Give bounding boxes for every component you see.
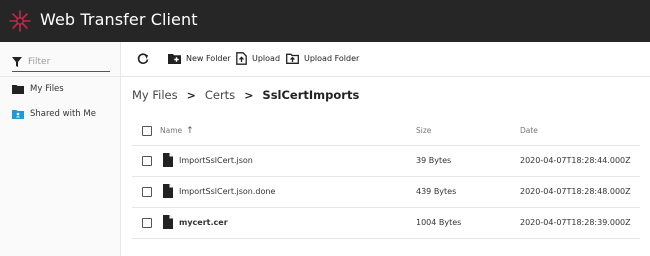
sidebar-divider (0, 76, 120, 77)
breadcrumb-separator: > (244, 88, 254, 102)
logo-icon (9, 10, 31, 32)
app-title: Web Transfer Client (40, 10, 198, 29)
file-date: 2020-04-07T18:28:48.000Z (520, 187, 631, 196)
filter-icon (12, 56, 22, 67)
upload-folder-icon (286, 53, 299, 64)
file-name[interactable]: ImportSslCert.json (179, 156, 253, 165)
size-column-header[interactable]: Size (416, 126, 431, 135)
sidebar: My Files Shared with Me (0, 42, 121, 256)
sidebar-item-my-files[interactable]: My Files (12, 82, 64, 96)
file-size: 1004 Bytes (416, 218, 462, 227)
file-table: Name ↑ Size Date ImportSslCert.json 39 By… (132, 116, 640, 239)
new-folder-icon (168, 54, 181, 64)
row-checkbox[interactable] (142, 156, 152, 166)
file-name[interactable]: ImportSslCert.json.done (179, 187, 275, 196)
sidebar-item-label: Shared with Me (30, 109, 96, 119)
upload-button[interactable]: Upload (236, 52, 280, 65)
name-column-label: Name (160, 126, 183, 135)
sort-ascending-icon: ↑ (186, 126, 194, 136)
name-column-header[interactable]: Name ↑ (160, 126, 194, 136)
file-name[interactable]: mycert.cer (179, 218, 228, 227)
breadcrumb-item-certs[interactable]: Certs (205, 88, 235, 102)
refresh-icon (137, 53, 149, 64)
filter-field[interactable] (12, 52, 110, 72)
date-column-header[interactable]: Date (520, 126, 538, 135)
breadcrumb-item-my-files[interactable]: My Files (132, 88, 178, 102)
file-size: 39 Bytes (416, 156, 452, 165)
upload-label: Upload (252, 54, 281, 63)
shared-folder-icon (12, 110, 24, 119)
sidebar-item-shared-with-me[interactable]: Shared with Me (12, 107, 96, 121)
sidebar-item-label: My Files (30, 84, 64, 94)
new-folder-button[interactable]: New Folder (168, 53, 231, 64)
table-row[interactable]: mycert.cer 1004 Bytes 2020-04-07T18:28:3… (132, 208, 640, 239)
row-checkbox[interactable] (142, 218, 152, 228)
row-checkbox[interactable] (142, 187, 152, 197)
select-all-checkbox[interactable] (142, 126, 152, 136)
breadcrumb: My Files > Certs > SslCertImports (132, 86, 359, 104)
file-date: 2020-04-07T18:28:39.000Z (520, 218, 631, 227)
file-date: 2020-04-07T18:28:44.000Z (520, 156, 631, 165)
new-folder-label: New Folder (186, 54, 231, 63)
file-icon (163, 184, 173, 198)
refresh-button[interactable] (137, 53, 154, 65)
breadcrumb-separator: > (186, 88, 196, 102)
folder-icon (12, 85, 24, 94)
upload-folder-button[interactable]: Upload Folder (286, 53, 359, 64)
table-row[interactable]: ImportSslCert.json.done 439 Bytes 2020-0… (132, 177, 640, 208)
upload-folder-label: Upload Folder (304, 54, 360, 63)
upload-file-icon (236, 52, 247, 65)
toolbar: New Folder Upload Upload Folder (121, 42, 650, 77)
table-row[interactable]: ImportSslCert.json 39 Bytes 2020-04-07T1… (132, 146, 640, 177)
file-icon (163, 215, 173, 229)
app-header: Web Transfer Client (0, 0, 650, 42)
filter-input[interactable] (28, 56, 106, 67)
table-header: Name ↑ Size Date (132, 116, 640, 146)
breadcrumb-current: SslCertImports (262, 88, 360, 102)
file-size: 439 Bytes (416, 187, 457, 196)
file-icon (163, 153, 173, 167)
